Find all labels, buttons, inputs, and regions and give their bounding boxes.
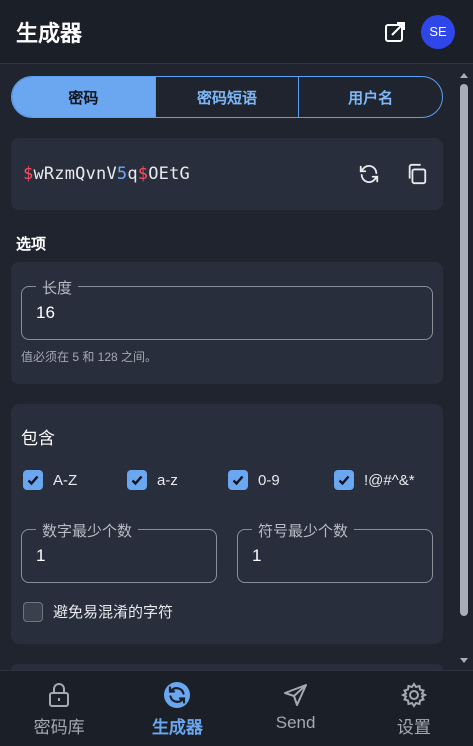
checkbox-numbers[interactable]: 0-9	[228, 470, 280, 490]
length-field[interactable]: 长度 16	[21, 277, 433, 340]
nav-label: 设置	[396, 718, 431, 737]
options-section-label: 选项	[16, 236, 47, 253]
nav-label: 密码库	[33, 718, 85, 737]
checkbox-unchecked-icon[interactable]	[23, 601, 43, 622]
tab-username[interactable]: 用户名	[298, 77, 442, 117]
checkbox-special[interactable]: !@#^&*	[334, 470, 415, 490]
nav-vault[interactable]: 密码库	[0, 671, 118, 746]
tab-passphrase[interactable]: 密码短语	[154, 77, 299, 117]
length-label: 长度	[36, 277, 79, 298]
regenerate-icon[interactable]	[355, 160, 383, 188]
checkbox-label: a-z	[157, 471, 178, 489]
nav-label: 生成器	[151, 718, 203, 737]
generator-type-tabs: 密码 密码短语 用户名	[11, 76, 443, 118]
min-numbers-input[interactable]: 1	[36, 546, 45, 566]
min-special-field[interactable]: 符号最少个数 1	[237, 520, 433, 583]
scroll-up-icon[interactable]	[459, 70, 469, 80]
min-special-input[interactable]: 1	[252, 546, 261, 566]
copy-icon[interactable]	[403, 160, 431, 188]
checkbox-label: A-Z	[53, 471, 78, 489]
nav-send[interactable]: Send	[237, 671, 355, 746]
scrollbar[interactable]	[459, 68, 469, 668]
nav-generator[interactable]: 生成器	[118, 671, 236, 746]
password-part: OEtG	[148, 164, 190, 184]
checkbox-uppercase[interactable]: A-Z	[23, 470, 77, 490]
checkbox-lowercase[interactable]: a-z	[127, 470, 178, 490]
nav-settings[interactable]: 设置	[355, 671, 473, 746]
checkbox-label: 0-9	[258, 471, 280, 489]
min-special-label: 符号最少个数	[252, 520, 355, 541]
min-numbers-label: 数字最少个数	[36, 520, 139, 541]
password-part: wRzmQvnV	[33, 164, 117, 184]
checkbox-checked-icon[interactable]	[127, 470, 147, 490]
popout-icon[interactable]	[383, 20, 407, 44]
length-card: 长度 16 值必须在 5 和 128 之间。	[11, 262, 443, 384]
password-part: $	[137, 164, 149, 184]
include-title: 包含	[21, 429, 55, 448]
checkbox-label: 避免易混淆的字符	[53, 604, 174, 621]
password-part: 5	[116, 164, 128, 184]
tab-password[interactable]: 密码	[12, 77, 155, 117]
bottom-nav: 密码库 生成器 Send 设置	[0, 670, 473, 746]
length-input[interactable]: 16	[36, 303, 55, 323]
password-part: q	[127, 164, 138, 184]
password-part: $	[23, 164, 34, 184]
avatar[interactable]: SE	[421, 14, 455, 49]
length-hint: 值必须在 5 和 128 之间。	[21, 350, 158, 364]
checkbox-checked-icon[interactable]	[23, 470, 43, 490]
scrollbar-thumb[interactable]	[460, 84, 468, 616]
include-card: 包含 A-Z a-z 0-9 !@#^&* 数字最少个数 1 符号最少个数 1 …	[11, 404, 443, 644]
checkbox-checked-icon[interactable]	[334, 470, 354, 490]
page-title: 生成器	[16, 20, 83, 46]
send-icon	[282, 681, 310, 709]
lock-icon	[45, 681, 73, 709]
app-header: 生成器 SE	[0, 0, 473, 64]
generator-icon	[163, 681, 191, 709]
checkbox-avoid-ambiguous[interactable]: 避免易混淆的字符	[23, 601, 173, 622]
scroll-down-icon[interactable]	[459, 656, 469, 666]
nav-label: Send	[275, 713, 316, 732]
checkbox-checked-icon[interactable]	[228, 470, 248, 490]
checkbox-label: !@#^&*	[364, 471, 415, 489]
generated-password[interactable]: $wRzmQvnV5q$OEtG	[23, 164, 335, 184]
min-numbers-field[interactable]: 数字最少个数 1	[21, 520, 217, 583]
generated-password-card: $wRzmQvnV5q$OEtG	[11, 138, 443, 210]
gear-icon	[400, 681, 428, 709]
